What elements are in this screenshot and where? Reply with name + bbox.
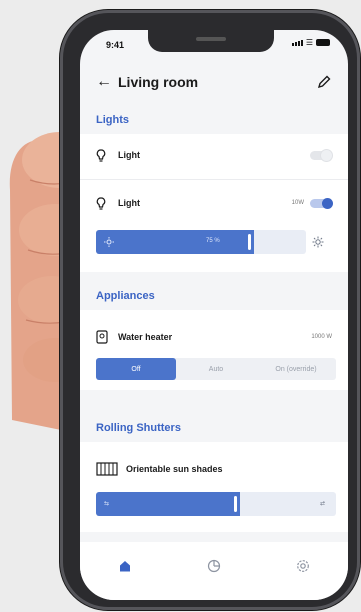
light-wattage: 10W [291, 200, 304, 206]
light-row-2[interactable]: Light 10W [80, 182, 348, 224]
shutter-slider[interactable]: ⇆ ⇄ [96, 492, 336, 516]
shutter-thumb[interactable] [234, 496, 237, 512]
mode-auto-button[interactable]: Auto [176, 358, 256, 380]
tab-home[interactable] [105, 556, 145, 576]
light-1-toggle[interactable] [310, 149, 332, 161]
tab-settings[interactable] [283, 556, 323, 576]
section-title-shutters: Rolling Shutters [96, 422, 181, 434]
shutter-fill [96, 492, 240, 516]
shutter-icon [96, 462, 126, 476]
bulb-icon [96, 148, 118, 162]
sun-shades-row[interactable]: Orientable sun shades [80, 448, 348, 490]
section-title-lights: Lights [96, 114, 129, 126]
signal-icon [291, 40, 303, 46]
status-time: 9:41 [106, 40, 125, 50]
light-2-toggle[interactable] [310, 197, 333, 209]
water-heater-icon [96, 330, 118, 344]
light-label: Light [118, 150, 140, 160]
shutter-close-icon: ⇄ [320, 501, 326, 507]
bulb-icon [96, 196, 118, 210]
section-title-appliances: Appliances [96, 290, 155, 302]
brightness-slider[interactable]: 75 % [96, 230, 306, 254]
brightness-thumb[interactable] [248, 234, 251, 250]
notch [148, 30, 274, 52]
wifi-icon: ☰ [305, 38, 313, 47]
history-icon [207, 559, 221, 573]
water-heater-wattage: 1000 W [311, 334, 332, 340]
edit-pencil-icon[interactable] [316, 74, 332, 90]
lights-card: Light Light 10W 75 % [80, 134, 348, 272]
shutters-card: Orientable sun shades ⇆ ⇄ [80, 442, 348, 532]
page-title: Living room [118, 74, 199, 90]
tab-history[interactable] [194, 556, 234, 576]
light-row-1[interactable]: Light [80, 134, 348, 176]
mode-off-button[interactable]: Off [96, 358, 176, 380]
app-screen: 9:41 ☰ ← Living room Lights Light Light … [80, 30, 348, 600]
back-arrow-icon[interactable]: ← [96, 73, 118, 91]
status-icons: ☰ [291, 38, 330, 47]
battery-icon [316, 39, 330, 46]
sun-shades-label: Orientable sun shades [126, 464, 223, 474]
tab-bar [80, 542, 348, 600]
divider [80, 179, 348, 180]
shutter-open-icon: ⇆ [104, 501, 110, 507]
brightness-value: 75 % [206, 238, 220, 244]
water-heater-mode-selector: Off Auto On (override) [96, 358, 336, 380]
sun-dim-icon [104, 237, 114, 247]
water-heater-label: Water heater [118, 332, 173, 342]
water-heater-row[interactable]: Water heater 1000 W [80, 316, 348, 358]
mode-on-override-button[interactable]: On (override) [256, 358, 336, 380]
home-icon [119, 561, 130, 572]
speaker [196, 37, 226, 41]
header: ← Living room [80, 62, 348, 102]
sun-bright-icon [312, 236, 324, 248]
light-label: Light [118, 198, 140, 208]
brightness-fill [96, 230, 254, 254]
settings-icon [297, 560, 310, 572]
